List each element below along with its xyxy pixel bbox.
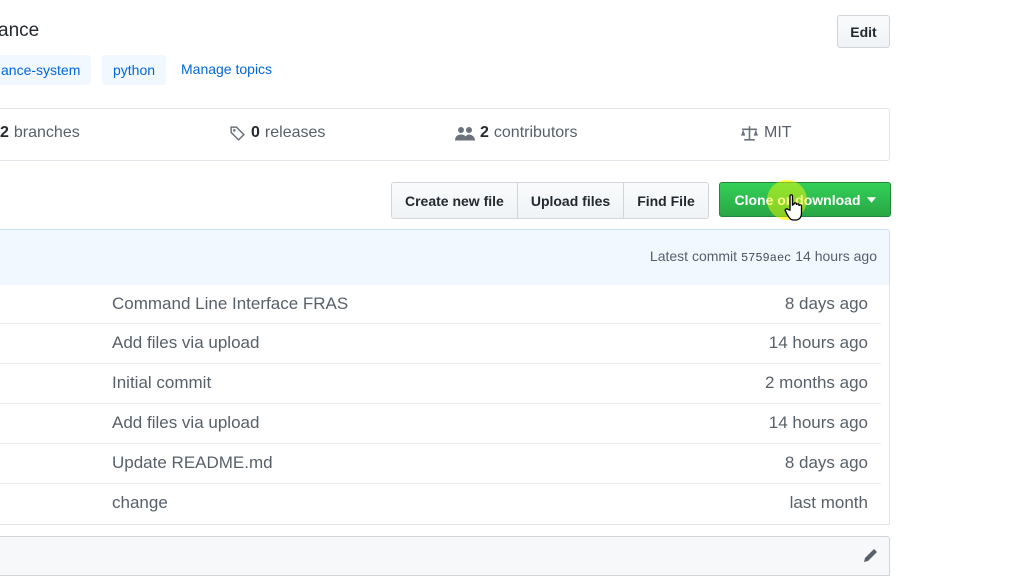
table-row: Add files via upload 14 hours ago (0, 323, 881, 363)
find-file-button[interactable]: Find File (624, 183, 708, 218)
contributors-link[interactable]: 2 contributors (455, 124, 578, 142)
law-icon (741, 125, 758, 141)
commit-age: 14 hours ago (768, 333, 868, 352)
commit-age: 14 hours ago (768, 413, 868, 432)
latest-commit-info: Latest commit 5759aec 14 hours ago (650, 248, 877, 265)
people-icon (455, 126, 475, 140)
pencil-icon[interactable] (862, 548, 880, 562)
table-row: change last month (0, 483, 881, 523)
commit-message-link[interactable]: Command Line Interface FRAS (112, 294, 348, 314)
commit-message-link[interactable]: Update README.md (112, 453, 273, 473)
commit-age: last month (789, 493, 868, 512)
manage-topics-link[interactable]: Manage topics (181, 61, 272, 77)
commit-age: 2 months ago (764, 373, 868, 392)
topic-tag[interactable]: python (102, 55, 167, 85)
branches-label: branches (13, 124, 80, 141)
table-row: Command Line Interface FRAS 8 days ago (0, 285, 881, 325)
releases-link[interactable]: 0 releases (229, 124, 325, 142)
readme-header (0, 536, 890, 576)
create-new-file-button[interactable]: Create new file (392, 183, 518, 218)
commit-age: 8 days ago (784, 294, 868, 313)
latest-commit-prefix: Latest commit (649, 248, 738, 264)
commit-message-link[interactable]: Add files via upload (112, 413, 259, 433)
releases-label: releases (264, 124, 326, 141)
hand-pointer-icon (784, 194, 803, 221)
table-row: Initial commit 2 months ago (0, 363, 881, 403)
edit-description-button[interactable]: Edit (837, 15, 890, 48)
tag-icon (230, 125, 245, 141)
commit-sha-link[interactable]: 5759aec (741, 251, 791, 265)
file-table: Command Line Interface FRAS 8 days ago A… (0, 285, 890, 525)
license-label: MIT (764, 124, 792, 141)
commit-age: 8 days ago (784, 453, 868, 472)
commit-message-link[interactable]: change (112, 493, 168, 513)
table-row: Add files via upload 14 hours ago (0, 403, 881, 443)
latest-commit-age: 14 hours ago (795, 248, 877, 264)
topic-tag[interactable]: ance-system (0, 55, 92, 85)
upload-files-button[interactable]: Upload files (517, 183, 625, 218)
file-nav-button-group: Create new file Upload files Find File (391, 182, 709, 219)
contributors-label: contributors (493, 124, 578, 141)
releases-count: 0 (251, 124, 260, 141)
contributors-count: 2 (480, 124, 489, 141)
branches-count: 2 (0, 124, 9, 141)
triangle-down-icon (866, 196, 876, 203)
license-link[interactable]: MIT (740, 124, 792, 142)
table-row: Update README.md 8 days ago (0, 443, 881, 483)
commit-message-link[interactable]: Add files via upload (112, 333, 259, 353)
commit-message-link[interactable]: Initial commit (112, 373, 211, 393)
repo-description: ance (0, 20, 40, 41)
branches-link[interactable]: 2 branches (0, 124, 80, 142)
